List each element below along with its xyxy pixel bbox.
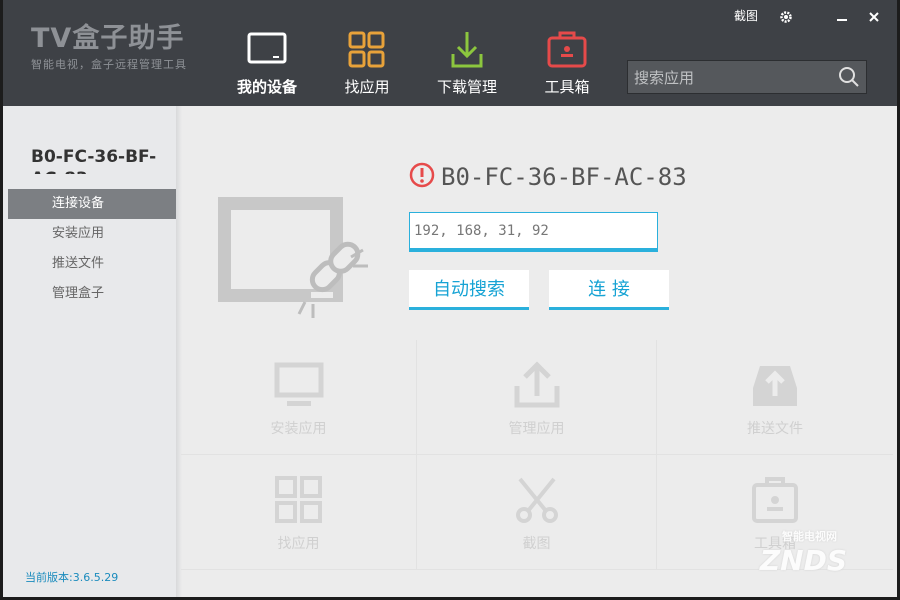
- disconnected-tv-icon: [213, 192, 373, 326]
- search-icon[interactable]: [838, 66, 860, 92]
- gear-icon: [779, 9, 793, 23]
- version-label: 当前版本:3.6.5.29: [25, 571, 119, 584]
- download-icon: [417, 28, 517, 72]
- upload-icon: [417, 360, 656, 410]
- grid-cell-label: 截图: [522, 536, 551, 552]
- ip-address-input[interactable]: [410, 213, 656, 249]
- nav-label: 下载管理: [436, 78, 497, 96]
- close-icon: [868, 9, 880, 23]
- grid-cell-label: 推送文件: [747, 421, 803, 437]
- screenshot-button[interactable]: 截图: [731, 6, 761, 26]
- grid-cell-label: 找应用: [277, 536, 320, 552]
- apps-grid-icon: [181, 475, 416, 525]
- nav-downloads[interactable]: 下载管理: [417, 28, 517, 97]
- grid-cell-find-apps[interactable]: 找应用: [181, 455, 417, 570]
- nav-label: 找应用: [344, 78, 390, 96]
- sidebar-item-install-apps[interactable]: 安装应用: [8, 219, 180, 249]
- title-bar: TV盒子助手 智能电视，盒子远程管理工具 我的设备 找应用 下载管理 工具箱 截…: [3, 0, 897, 106]
- watermark: 智能电视网 ZNDS: [760, 528, 847, 577]
- warning-icon: [409, 162, 435, 194]
- toolbox-icon: [657, 475, 893, 525]
- toolbox-icon: [517, 28, 617, 72]
- search-input[interactable]: [632, 65, 836, 91]
- sidebar-item-manage-box[interactable]: 管理盒子: [8, 279, 180, 309]
- device-title: B0-FC-36-BF-AC-83: [409, 162, 687, 194]
- device-title-text: B0-FC-36-BF-AC-83: [441, 163, 687, 191]
- grid-cell-screenshot[interactable]: 截图: [417, 455, 657, 570]
- watermark-text: ZNDS: [759, 544, 847, 577]
- tray-upload-icon: [657, 360, 893, 410]
- sidebar: B0-FC-36-BF-AC-83 连接设备 安装应用 推送文件 管理盒子 当前…: [3, 106, 181, 597]
- monitor-icon: [181, 360, 416, 410]
- grid-cell-manage-apps[interactable]: 管理应用: [417, 340, 657, 455]
- tv-icon: [217, 28, 317, 72]
- scissors-icon: [417, 475, 656, 525]
- apps-grid-icon: [317, 28, 417, 72]
- nav-toolbox[interactable]: 工具箱: [517, 28, 617, 97]
- sidebar-item-connect-device[interactable]: 连接设备: [8, 189, 180, 219]
- minimize-button[interactable]: [827, 6, 857, 26]
- app-subtitle: 智能电视，盒子远程管理工具: [31, 58, 187, 71]
- settings-button[interactable]: [773, 6, 799, 26]
- sidebar-item-push-files[interactable]: 推送文件: [8, 249, 180, 279]
- grid-cell-label: 安装应用: [270, 421, 327, 437]
- main-panel: B0-FC-36-BF-AC-83 自动搜索 连 接 安装应用 管理应用: [181, 106, 897, 597]
- sidebar-device-name: B0-FC-36-BF-AC-83: [31, 147, 157, 174]
- watermark-subtext: 智能电视网: [782, 530, 837, 543]
- app-window: TV盒子助手 智能电视，盒子远程管理工具 我的设备 找应用 下载管理 工具箱 截…: [3, 0, 897, 597]
- grid-cell-label: 管理应用: [508, 421, 565, 437]
- ip-address-field: [409, 212, 658, 252]
- grid-cell-install-apps[interactable]: 安装应用: [181, 340, 417, 455]
- app-logo: TV盒子助手 智能电视，盒子远程管理工具: [31, 24, 187, 72]
- grid-cell-push-files[interactable]: 推送文件: [657, 340, 893, 455]
- minimize-icon: [836, 9, 848, 23]
- close-button[interactable]: [859, 6, 889, 26]
- nav-label: 我的设备: [236, 78, 297, 96]
- nav-my-devices[interactable]: 我的设备: [217, 28, 317, 97]
- nav-find-apps[interactable]: 找应用: [317, 28, 417, 97]
- search-box: [627, 60, 867, 94]
- app-title: TV盒子助手: [31, 23, 185, 54]
- connect-button[interactable]: 连 接: [549, 270, 669, 310]
- nav-label: 工具箱: [544, 78, 590, 96]
- auto-search-button[interactable]: 自动搜索: [409, 270, 529, 310]
